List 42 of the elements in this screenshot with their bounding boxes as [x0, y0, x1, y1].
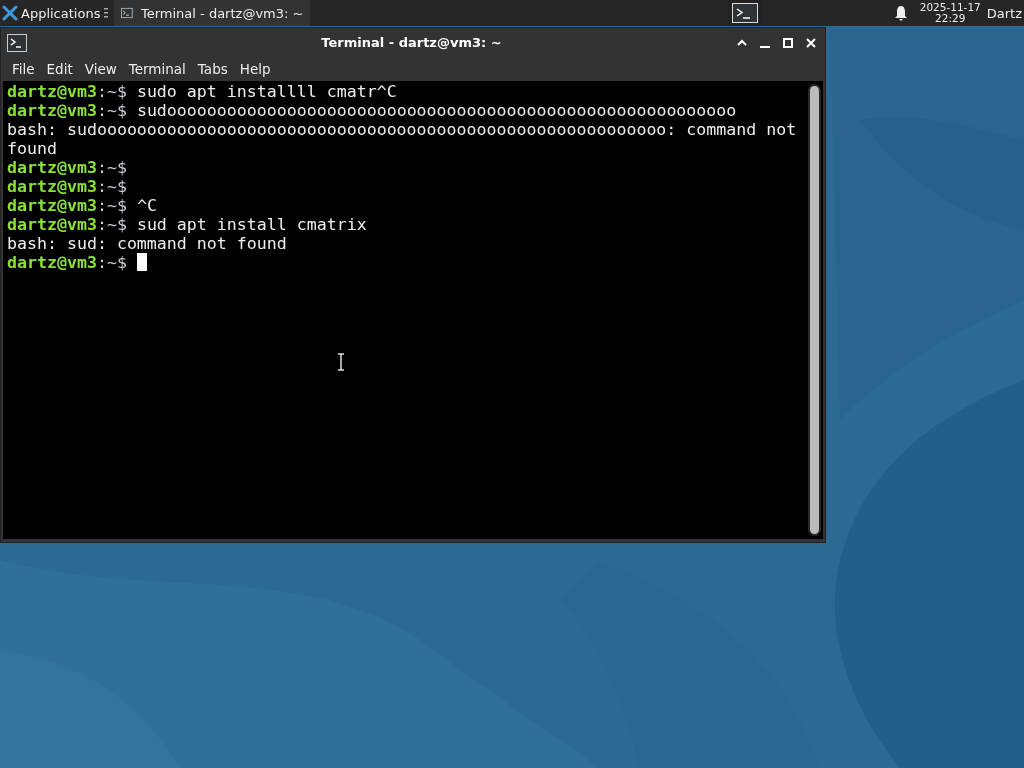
terminal-icon — [7, 33, 27, 52]
terminal-launcher-icon[interactable] — [727, 0, 762, 26]
prompt-path: :~$ — [96, 196, 127, 215]
prompt-path: :~$ — [96, 101, 127, 120]
clock-date: 2025-11-17 — [919, 2, 981, 13]
taskbar-button[interactable]: Terminal - dartz@vm3: ~ — [114, 0, 311, 26]
prompt-user-host: dartz@vm3 — [7, 158, 97, 177]
close-button[interactable] — [805, 36, 817, 49]
bell-icon[interactable] — [893, 5, 908, 21]
prompt-path: :~$ — [96, 82, 127, 101]
command-text: ^C — [136, 196, 157, 215]
command-text: sudooooooooooooooooooooooooooooooooooooooooooooooooooooooooo — [136, 101, 737, 120]
prompt-user-host: dartz@vm3 — [7, 177, 97, 196]
menu-item[interactable]: Tabs — [191, 58, 234, 80]
prompt-user-host: dartz@vm3 — [7, 101, 97, 120]
prompt-path: :~$ — [96, 177, 127, 196]
menu-item[interactable]: File — [6, 58, 41, 80]
window-title: Terminal - dartz@vm3: ~ — [320, 35, 503, 50]
prompt-user-host: dartz@vm3 — [7, 82, 97, 101]
terminal-icon — [121, 6, 133, 20]
menu-item[interactable]: View — [78, 58, 123, 80]
i-beam-pointer-icon — [337, 353, 345, 371]
drag-handle-icon — [104, 8, 109, 18]
output-text: bash: sud: command not found — [7, 234, 287, 253]
clock-time: 22:29 — [935, 13, 966, 24]
applications-menu[interactable]: Applications — [0, 0, 103, 26]
prompt-path: :~$ — [96, 215, 127, 234]
command-text: sudo apt installll cmatr^C — [136, 82, 397, 101]
cross-logo-icon — [2, 5, 18, 21]
user-name[interactable]: Dartz — [986, 5, 1022, 21]
prompt-user-host: dartz@vm3 — [7, 196, 97, 215]
command-text: sud apt install cmatrix — [136, 215, 367, 234]
menu-item[interactable]: Edit — [40, 58, 79, 80]
prompt-user-host: dartz@vm3 — [7, 253, 97, 272]
prompt-path: :~$ — [96, 253, 127, 272]
menu-item[interactable]: Help — [233, 58, 277, 80]
prompt-path: :~$ — [96, 158, 127, 177]
menu-item[interactable]: Terminal — [122, 58, 192, 80]
prompt-user-host: dartz@vm3 — [7, 215, 97, 234]
clock[interactable]: 2025-11-17 22:29 — [919, 2, 981, 24]
maximize-button[interactable] — [782, 36, 794, 49]
output-text: bash: sudooooooooooooooooooooooooooooooooooooooooooooooooooooooooo: command not found — [7, 120, 798, 158]
